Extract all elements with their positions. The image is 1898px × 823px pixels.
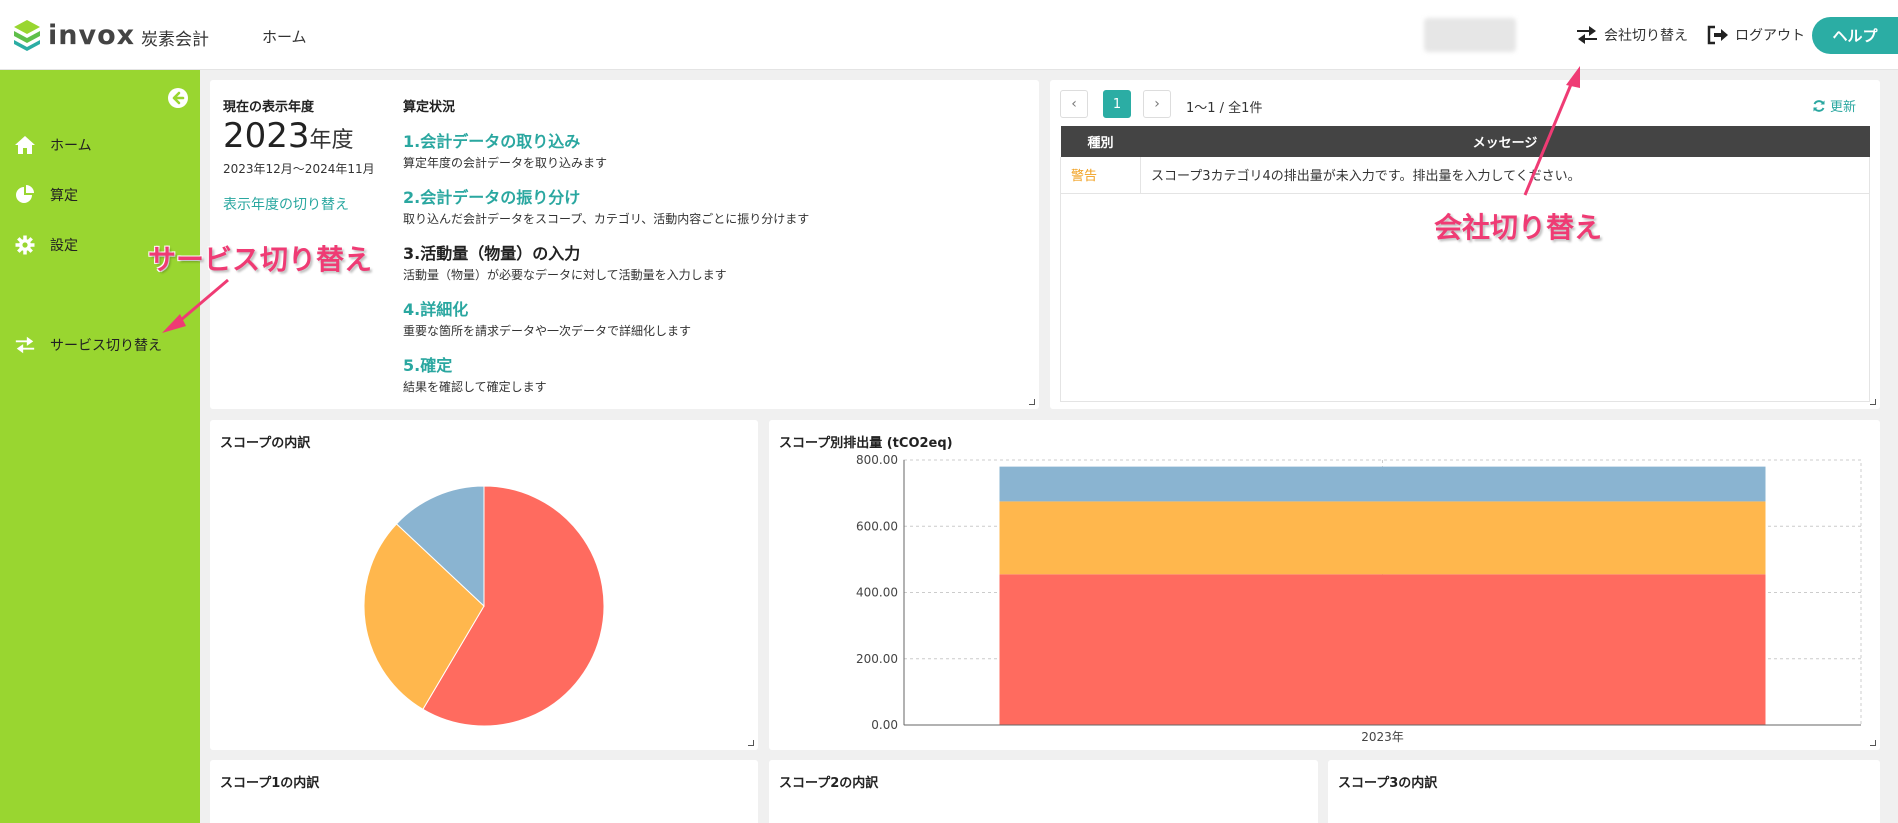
message-table: 種別 メッセージ 警告 スコープ3カテゴリ4の排出量が未入力です。排出量を入力し… xyxy=(1060,126,1870,194)
sidebar-item-home[interactable]: ホーム xyxy=(14,134,92,156)
step-desc: 結果を確認して確定します xyxy=(403,380,547,394)
logo[interactable]: invox 炭素会計 xyxy=(12,18,209,52)
sidebar: ホーム 算定 設定 サービス切り替え xyxy=(0,70,200,823)
bar-card: スコープ別排出量 (tCO2eq) 0.00 200.00 400.00 600.00… xyxy=(769,420,1880,750)
step-4[interactable]: 4.詳細化 重要な箇所を請求データや一次データで詳細化します xyxy=(403,296,691,339)
cell-type: 警告 xyxy=(1060,157,1141,194)
help-button[interactable]: ヘルプ xyxy=(1812,17,1898,54)
y-tick-label: 0.00 xyxy=(871,718,898,732)
step-desc: 活動量（物量）が必要なデータに対して活動量を入力します xyxy=(403,268,727,282)
home-icon xyxy=(15,136,35,154)
y-tick-label: 600.00 xyxy=(856,519,898,533)
bar-segment-0[interactable] xyxy=(999,574,1766,725)
sidebar-item-label: 設定 xyxy=(50,238,78,254)
sidebar-item-label: サービス切り替え xyxy=(50,338,162,354)
page-1-button[interactable]: 1 xyxy=(1103,90,1131,118)
year-label: 現在の表示年度 xyxy=(223,100,315,115)
year-value: 2023 xyxy=(223,116,310,156)
step-title: 4.詳細化 xyxy=(403,300,469,319)
scope3-title: スコープ3の内訳 xyxy=(1338,776,1438,791)
user-name-blurred xyxy=(1424,18,1516,52)
resize-handle[interactable] xyxy=(1029,399,1035,405)
nav-home-link[interactable]: ホーム xyxy=(262,26,307,47)
resize-handle[interactable] xyxy=(1870,399,1876,405)
collapse-sidebar-button[interactable] xyxy=(168,88,188,108)
step-1[interactable]: 1.会計データの取り込み 算定年度の会計データを取り込みます xyxy=(403,128,607,171)
pie-chart-icon xyxy=(16,185,34,203)
step-5[interactable]: 5.確定 結果を確認して確定します xyxy=(403,352,547,395)
sidebar-item-settings[interactable]: 設定 xyxy=(14,234,78,256)
step-title: 3.活動量（物量）の入力 xyxy=(403,244,581,263)
cell-message: スコープ3カテゴリ4の排出量が未入力です。排出量を入力してください。 xyxy=(1140,157,1870,194)
step-desc: 重要な箇所を請求データや一次データで詳細化します xyxy=(403,324,692,338)
scope3-card: スコープ3の内訳 xyxy=(1328,760,1880,823)
logo-subtitle: 炭素会計 xyxy=(141,29,210,50)
table-row[interactable]: 警告 スコープ3カテゴリ4の排出量が未入力です。排出量を入力してください。 xyxy=(1060,157,1870,194)
year-unit: 年度 xyxy=(309,128,354,153)
progress-label: 算定状況 xyxy=(403,100,456,115)
logo-icon xyxy=(14,20,40,51)
bar-segment-1[interactable] xyxy=(999,501,1766,575)
scope2-title: スコープ2の内訳 xyxy=(779,776,879,791)
sidebar-item-calculation[interactable]: 算定 xyxy=(14,184,78,206)
sidebar-item-service-switch[interactable]: サービス切り替え xyxy=(14,334,162,356)
pie-card: スコープの内訳 xyxy=(210,420,758,750)
next-page-button[interactable]: › xyxy=(1143,90,1171,118)
step-title: 2.会計データの振り分け xyxy=(403,188,581,207)
prev-page-button[interactable]: ‹ xyxy=(1060,90,1088,118)
sidebar-item-label: 算定 xyxy=(50,188,78,204)
app-header: invox 炭素会計 ホーム 会社切り替え ログアウト ヘルプ xyxy=(0,0,1898,70)
x-tick-label: 2023年 xyxy=(1361,730,1404,744)
gear-icon xyxy=(15,235,35,255)
step-2[interactable]: 2.会計データの振り分け 取り込んだ会計データをスコープ、カテゴリ、活動内容ごと… xyxy=(403,184,809,227)
step-3[interactable]: 3.活動量（物量）の入力 活動量（物量）が必要なデータに対して活動量を入力します xyxy=(403,240,727,283)
sidebar-item-label: ホーム xyxy=(50,138,92,154)
refresh-button[interactable]: 更新 xyxy=(1812,96,1856,115)
switch-icon xyxy=(15,336,35,354)
y-tick-label: 400.00 xyxy=(856,586,898,600)
year-period: 2023年12月～2024年11月 xyxy=(223,162,375,176)
step-desc: 取り込んだ会計データをスコープ、カテゴリ、活動内容ごとに振り分けます xyxy=(403,212,810,226)
year-display: 2023年度 xyxy=(223,116,354,156)
scope1-card: スコープ1の内訳 xyxy=(210,760,758,823)
col-header-message[interactable]: メッセージ xyxy=(1140,126,1870,157)
bar-chart: 0.00 200.00 400.00 600.00 800.00 2023年 xyxy=(856,453,1862,744)
refresh-icon xyxy=(1813,99,1825,112)
switch-year-link[interactable]: 表示年度の切り替え xyxy=(223,194,349,214)
step-title: 5.確定 xyxy=(403,356,453,375)
col-header-type[interactable]: 種別 xyxy=(1060,126,1141,157)
annotation-service-switch: サービス切り替え xyxy=(148,243,373,276)
step-title: 1.会計データの取り込み xyxy=(403,132,581,151)
chevron-right-icon: › xyxy=(1154,96,1160,112)
company-switch-label: 会社切り替え xyxy=(1604,28,1688,44)
y-tick-label: 800.00 xyxy=(856,453,898,467)
arrow-left-icon xyxy=(172,91,185,105)
step-desc: 算定年度の会計データを取り込みます xyxy=(403,156,608,170)
scope1-title: スコープ1の内訳 xyxy=(220,776,320,791)
refresh-label: 更新 xyxy=(1830,100,1857,115)
company-switch-link[interactable]: 会社切り替え xyxy=(1575,25,1688,45)
message-table-body xyxy=(1060,157,1870,402)
bar-segment-2[interactable] xyxy=(999,466,1766,502)
annotation-company-switch: 会社切り替え xyxy=(1434,211,1603,244)
switch-icon xyxy=(1577,26,1597,44)
scope2-card: スコープ2の内訳 xyxy=(769,760,1318,823)
logout-label: ログアウト xyxy=(1735,28,1805,44)
logo-text: invox xyxy=(48,19,136,51)
page-info: 1〜1 / 全1件 xyxy=(1186,101,1263,116)
chevron-left-icon: ‹ xyxy=(1071,96,1077,112)
logout-icon xyxy=(1707,25,1728,45)
resize-handle[interactable] xyxy=(748,740,754,746)
pie-chart xyxy=(363,485,605,727)
resize-handle[interactable] xyxy=(1870,740,1876,746)
logout-link[interactable]: ログアウト xyxy=(1706,25,1805,45)
y-tick-label: 200.00 xyxy=(856,652,898,666)
